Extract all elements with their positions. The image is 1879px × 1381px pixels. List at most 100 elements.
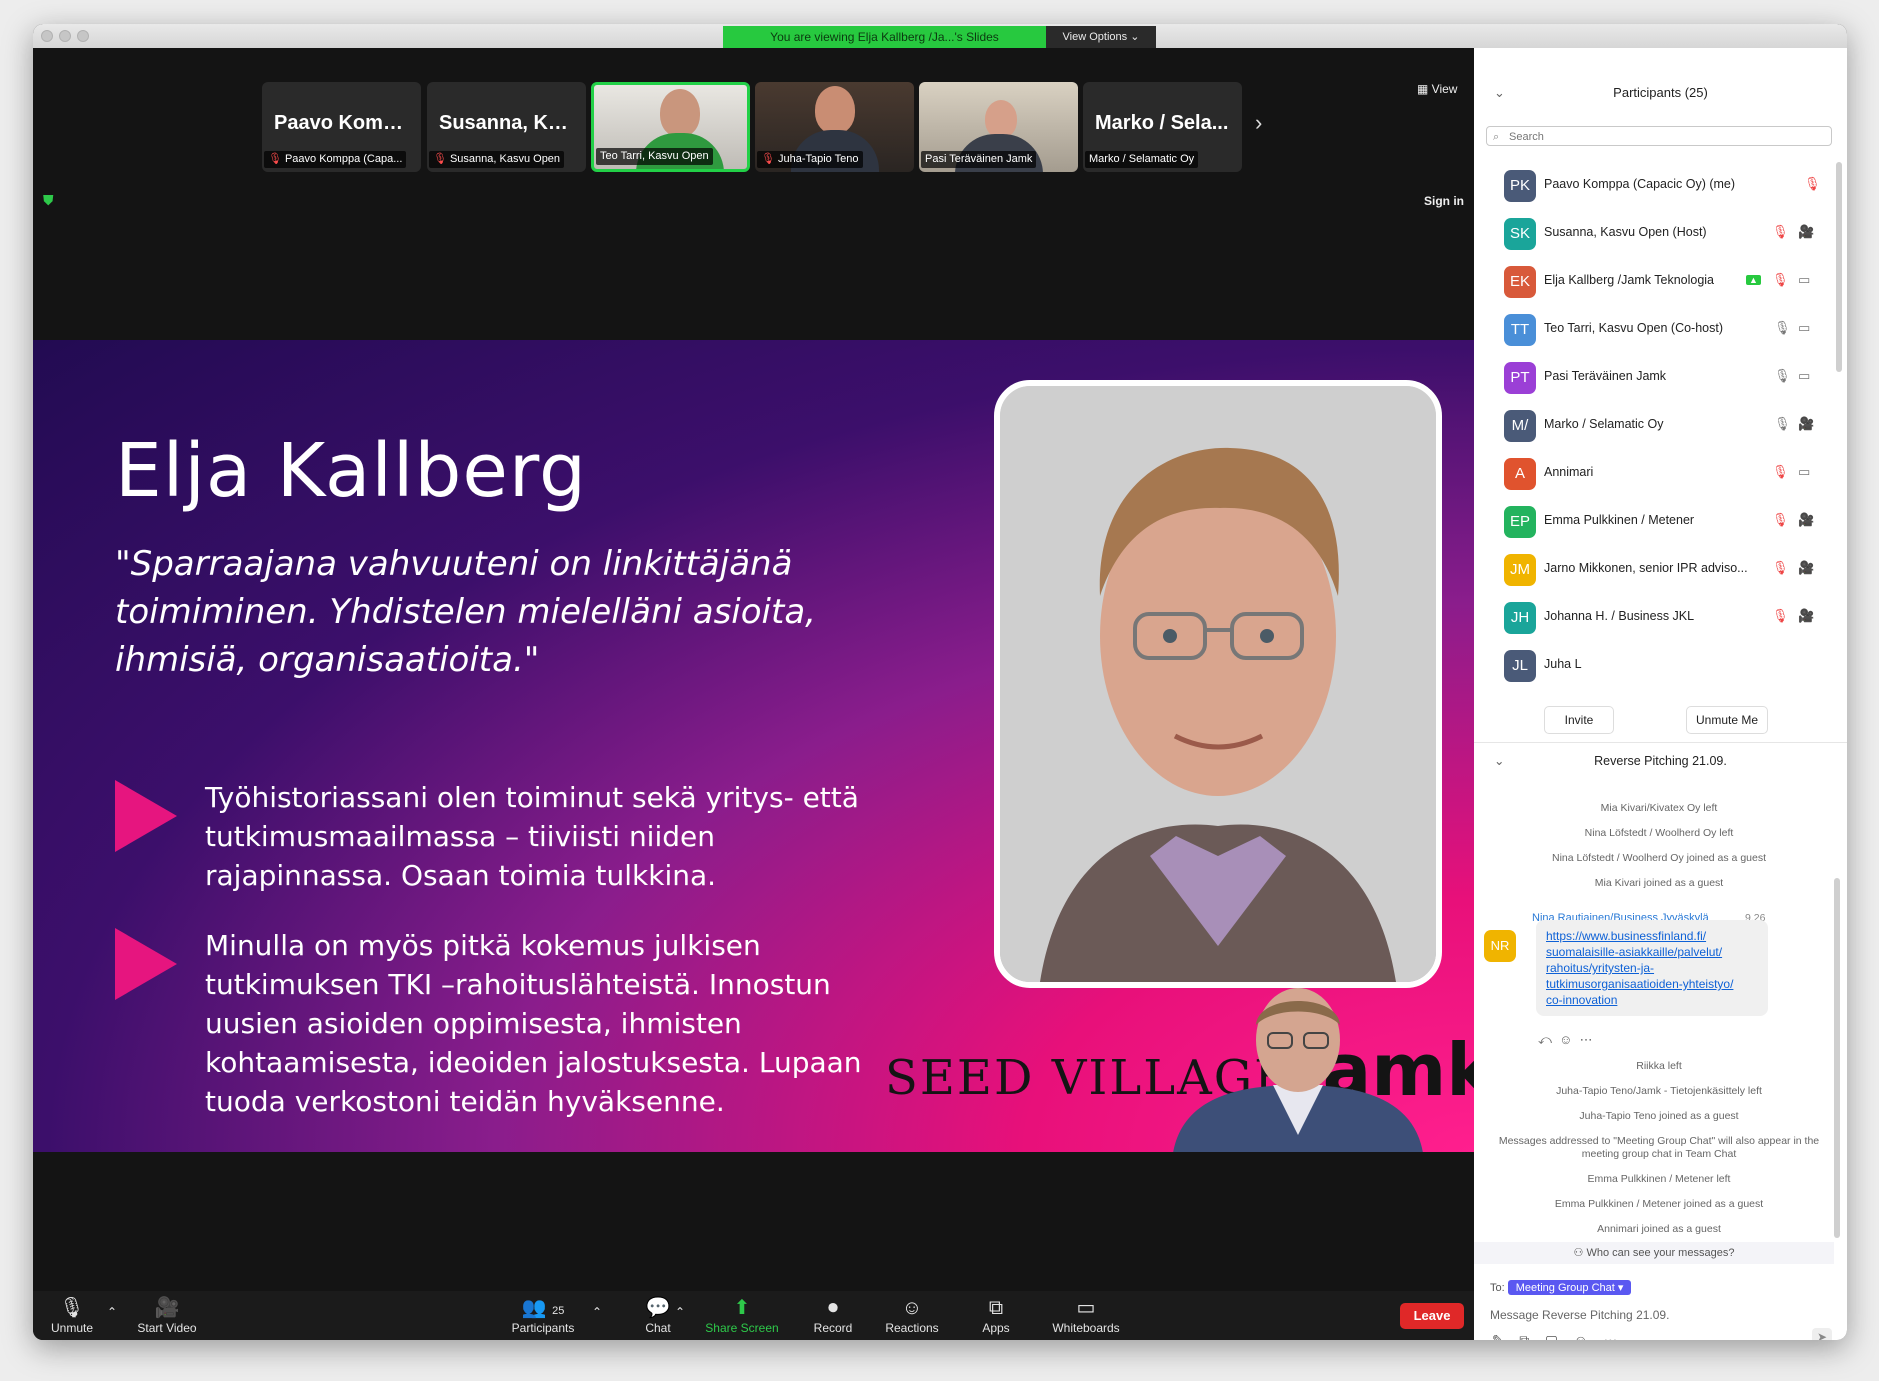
mic-muted-icon: 🎙 bbox=[1772, 608, 1789, 623]
emoji-reaction-icon[interactable]: ☺ bbox=[1559, 1032, 1572, 1047]
screenshot-icon[interactable]: ⧉ bbox=[1519, 1332, 1529, 1340]
mic-muted-icon: 🎙 bbox=[761, 153, 775, 165]
video-off-icon: 🎥 bbox=[1798, 560, 1815, 575]
participant-name: Susanna, Kasvu Open (Host) bbox=[1544, 225, 1707, 239]
view-options-button[interactable]: View Options ⌄ bbox=[1046, 26, 1156, 48]
chat-system-message: Messages addressed to "Meeting Group Cha… bbox=[1498, 1135, 1820, 1160]
slide-quote: "Sparraajana vahvuuteni on linkittäjänä … bbox=[115, 544, 816, 680]
chat-title: Reverse Pitching 21.09. bbox=[1594, 754, 1727, 768]
thumbnail-teo[interactable]: Teo Tarri, Kasvu Open bbox=[591, 82, 750, 172]
participant-scrollbar[interactable] bbox=[1836, 162, 1842, 372]
chat-system-message: Nina Löfstedt / Woolherd Oy left bbox=[1584, 827, 1734, 839]
zoom-window-button[interactable] bbox=[77, 30, 89, 42]
video-off-icon: 🎥 bbox=[1798, 416, 1815, 431]
avatar: A bbox=[1504, 458, 1536, 490]
participant-row[interactable]: JM Jarno Mikkonen, senior IPR adviso... … bbox=[1474, 546, 1834, 594]
participant-row[interactable]: EK Elja Kallberg /Jamk Teknologia ▲ 🎙 ▭ bbox=[1474, 258, 1834, 306]
chat-link-line[interactable]: rahoitus/yritysten-ja- bbox=[1546, 960, 1758, 976]
chat-link-line[interactable]: https://www.businessfinland.fi/ bbox=[1546, 928, 1758, 944]
participant-face bbox=[660, 89, 700, 137]
mic-icon: 🎙 bbox=[1774, 416, 1791, 431]
chat-system-message: Emma Pulkkinen / Metener joined as a gue… bbox=[1554, 1198, 1764, 1210]
apps-button[interactable]: ⧉ Apps bbox=[971, 1295, 1021, 1335]
whiteboards-button[interactable]: ▭ Whiteboards bbox=[1041, 1295, 1131, 1335]
participant-name: Annimari bbox=[1544, 465, 1594, 479]
participant-row[interactable]: PK Paavo Komppa (Capacic Oy) (me) 🎙 bbox=[1474, 162, 1834, 210]
thumbnail-juha-tapio[interactable]: 🎙 Juha-Tapio Teno bbox=[755, 82, 914, 172]
participants-chevron-icon[interactable]: ⌃ bbox=[590, 1305, 604, 1319]
send-icon[interactable]: ➤ bbox=[1812, 1328, 1832, 1340]
recipient-dropdown[interactable]: Meeting Group Chat ▾ bbox=[1507, 1280, 1632, 1295]
participant-row[interactable]: A Annimari 🎙 ▭ bbox=[1474, 450, 1834, 498]
avatar: JM bbox=[1504, 554, 1536, 586]
chat-link-line[interactable]: tutkimusorganisaatioiden-yhteistyo/ bbox=[1546, 976, 1758, 992]
participant-row[interactable]: JL Juha L bbox=[1474, 642, 1834, 682]
more-icon[interactable]: ⋯ bbox=[1604, 1332, 1618, 1340]
participant-name: Paavo Komppa (Capacic Oy) (me) bbox=[1544, 177, 1736, 191]
thumbnail-caption: 🎙 Paavo Komppa (Capa... bbox=[264, 151, 407, 168]
participant-name: Elja Kallberg /Jamk Teknologia bbox=[1544, 273, 1715, 287]
chat-link-line[interactable]: co-innovation bbox=[1546, 992, 1758, 1008]
close-window-button[interactable] bbox=[41, 30, 53, 42]
thumbnail-marko[interactable]: Marko / Sela... Marko / Selamatic Oy bbox=[1083, 82, 1242, 172]
thumbnail-caption: Pasi Teräväinen Jamk bbox=[921, 151, 1037, 168]
leave-button[interactable]: Leave bbox=[1400, 1303, 1464, 1329]
chat-link-line[interactable]: suomalaisille-asiakkaille/palvelut/ bbox=[1546, 944, 1758, 960]
participant-search-input[interactable]: ⌕ Search bbox=[1486, 126, 1832, 146]
message-actions: ⤺ ☺ ⋯ bbox=[1538, 1032, 1593, 1048]
audio-options-chevron-icon[interactable]: ⌃ bbox=[105, 1305, 119, 1319]
chat-scrollbar[interactable] bbox=[1834, 878, 1840, 1238]
unmute-button[interactable]: 🎙 Unmute bbox=[47, 1295, 97, 1335]
collapse-chevron-icon[interactable]: ⌄ bbox=[1494, 743, 1504, 779]
emoji-icon[interactable]: ☺ bbox=[1574, 1332, 1588, 1340]
grid-icon: ▦ bbox=[1417, 82, 1432, 96]
format-icon[interactable]: ✎ bbox=[1492, 1332, 1504, 1340]
share-screen-button[interactable]: ⬆ Share Screen bbox=[697, 1295, 787, 1335]
minimize-window-button[interactable] bbox=[59, 30, 71, 42]
chat-chevron-icon[interactable]: ⌃ bbox=[673, 1305, 687, 1319]
thumbnail-caption: 🎙 Juha-Tapio Teno bbox=[757, 151, 863, 168]
thumbnail-susanna[interactable]: Susanna, Kas... 🎙 Susanna, Kasvu Open bbox=[427, 82, 586, 172]
collapse-chevron-icon[interactable]: ⌄ bbox=[1494, 74, 1505, 112]
thumbnail-paavo[interactable]: Paavo Kompp... 🎙 Paavo Komppa (Capa... bbox=[262, 82, 421, 172]
participant-list: PK Paavo Komppa (Capacic Oy) (me) 🎙 SK S… bbox=[1474, 162, 1834, 682]
participant-row[interactable]: SK Susanna, Kasvu Open (Host) 🎙 🎥 bbox=[1474, 210, 1834, 258]
thumbnail-caption: Teo Tarri, Kasvu Open bbox=[596, 148, 713, 165]
sign-in-link[interactable]: Sign in bbox=[1424, 194, 1464, 208]
video-icon: ▭ bbox=[1798, 368, 1811, 383]
thumbnail-caption: 🎙 Susanna, Kasvu Open bbox=[429, 151, 565, 168]
participant-row[interactable]: EP Emma Pulkkinen / Metener 🎙 🎥 bbox=[1474, 498, 1834, 546]
participant-row[interactable]: JH Johanna H. / Business JKL 🎙 🎥 bbox=[1474, 594, 1834, 642]
participant-name: Emma Pulkkinen / Metener bbox=[1544, 513, 1695, 527]
meeting-area: Paavo Kompp... 🎙 Paavo Komppa (Capa... Su… bbox=[33, 48, 1474, 1291]
unmute-me-button[interactable]: Unmute Me bbox=[1686, 706, 1768, 734]
mic-muted-icon: 🎙 bbox=[1772, 464, 1789, 479]
participant-row[interactable]: M/ Marko / Selamatic Oy 🎙 🎥 bbox=[1474, 402, 1834, 450]
record-button[interactable]: ⏺ Record bbox=[803, 1295, 863, 1335]
avatar: EK bbox=[1504, 266, 1536, 298]
invite-button[interactable]: Invite bbox=[1544, 706, 1614, 734]
to-label: To: bbox=[1490, 1282, 1505, 1294]
next-page-arrow-icon[interactable]: › bbox=[1255, 110, 1262, 136]
video-off-icon: 🎥 bbox=[154, 1297, 180, 1319]
start-video-button[interactable]: 🎥 Start Video bbox=[127, 1295, 207, 1335]
more-icon[interactable]: ⋯ bbox=[1580, 1032, 1593, 1047]
view-button[interactable]: ▦ View bbox=[1417, 82, 1457, 96]
participant-row[interactable]: TT Teo Tarri, Kasvu Open (Co-host) 🎙 ▭ bbox=[1474, 306, 1834, 354]
thumbnail-pasi[interactable]: Pasi Teräväinen Jamk bbox=[919, 82, 1078, 172]
viewing-banner: You are viewing Elja Kallberg /Ja...'s S… bbox=[723, 26, 1046, 48]
who-can-see-link[interactable]: ⚇ Who can see your messages? bbox=[1474, 1242, 1834, 1264]
chat-system-message: Juha-Tapio Teno joined as a guest bbox=[1579, 1110, 1739, 1122]
participant-name: Pasi Teräväinen Jamk bbox=[1544, 369, 1667, 383]
chat-system-message: Riikka left bbox=[1636, 1060, 1682, 1072]
chat-system-message: Mia Kivari joined as a guest bbox=[1594, 877, 1724, 889]
participant-row[interactable]: PT Pasi Teräväinen Jamk 🎙 ▭ bbox=[1474, 354, 1834, 402]
mic-muted-icon: 🎙 bbox=[1772, 512, 1789, 527]
file-icon[interactable]: ▢ bbox=[1545, 1332, 1558, 1340]
mic-muted-icon: 🎙 bbox=[268, 153, 282, 165]
participants-button[interactable]: 👥 25 Participants bbox=[503, 1295, 583, 1335]
reactions-button[interactable]: ☺ Reactions bbox=[877, 1295, 947, 1335]
chat-message-input[interactable]: Message Reverse Pitching 21.09. bbox=[1490, 1308, 1830, 1322]
reply-icon[interactable]: ⤺ bbox=[1538, 1032, 1552, 1047]
avatar: EP bbox=[1504, 506, 1536, 538]
